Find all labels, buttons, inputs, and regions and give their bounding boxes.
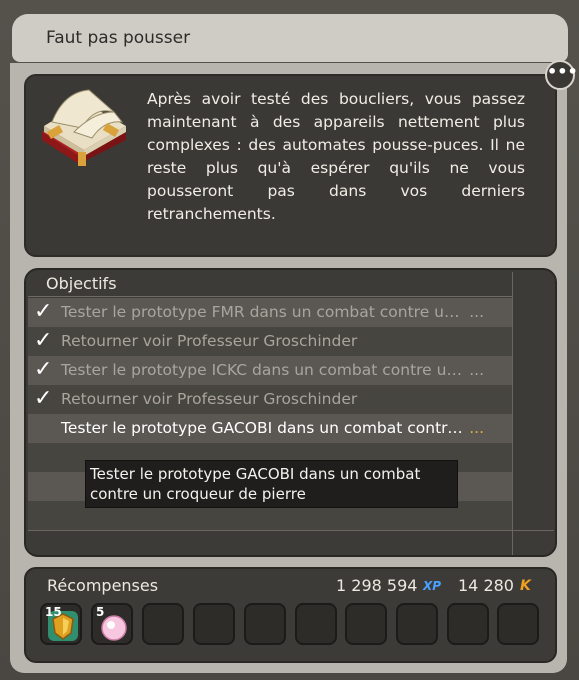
reward-slot[interactable] [396, 603, 438, 645]
objective-label: Retourner voir Professeur Groschinder [61, 332, 358, 350]
scrollbar-track[interactable] [512, 272, 513, 555]
objective-row[interactable]: ✓ Tester le prototype FMR dans un combat… [28, 298, 512, 327]
chat-bubble-icon[interactable]: ••• [545, 60, 578, 90]
objective-label: Tester le prototype FMR dans un combat c… [61, 303, 512, 321]
checkmark-icon: ✓ [34, 357, 53, 382]
item-count: 5 [96, 605, 105, 619]
title-bar[interactable]: Faut pas pousser [12, 14, 568, 62]
objective-label: Tester le prototype ICKC dans un combat … [61, 361, 512, 379]
kamas-icon: K [520, 578, 531, 594]
item-count: 15 [45, 605, 62, 619]
objective-row[interactable]: ✓ Retourner voir Professeur Groschinder [28, 385, 512, 414]
rewards-title: Récompenses [47, 576, 159, 595]
ellipsis: ... [469, 303, 484, 321]
checkmark-icon: ✓ [34, 386, 53, 411]
ellipsis: ... [469, 361, 484, 379]
open-book-icon [34, 82, 134, 172]
reward-slot[interactable] [447, 603, 489, 645]
divider [28, 530, 554, 531]
objective-row[interactable]: ✓ Tester le prototype ICKC dans un comba… [28, 356, 512, 385]
pink-orb-icon [101, 615, 127, 641]
reward-slot[interactable] [497, 603, 539, 645]
xp-value: 1 298 594 [336, 576, 418, 595]
reward-slot[interactable] [295, 603, 337, 645]
checkmark-icon: ✓ [34, 328, 53, 353]
objective-label: Tester le prototype GACOBI dans un comba… [61, 419, 512, 437]
reward-slot[interactable] [244, 603, 286, 645]
divider [28, 296, 512, 297]
xp-icon: XP [423, 579, 442, 593]
objectives-header: Objectifs [46, 274, 117, 293]
reward-slot[interactable] [193, 603, 235, 645]
reward-slot[interactable] [142, 603, 184, 645]
kamas-value: 14 280 [458, 576, 514, 595]
checkmark-icon: ✓ [34, 299, 53, 324]
objective-row-active[interactable]: Tester le prototype GACOBI dans un comba… [28, 414, 512, 443]
quest-description: Après avoir testé des boucliers, vous pa… [147, 90, 525, 223]
reward-slot[interactable]: 5 [91, 603, 133, 645]
ellipsis: ... [469, 419, 484, 437]
reward-slot[interactable]: 15 [40, 603, 82, 645]
tooltip: Tester le prototype GACOBI dans un comba… [85, 460, 458, 508]
objective-row[interactable]: ✓ Retourner voir Professeur Groschinder [28, 327, 512, 356]
quest-title: Faut pas pousser [46, 28, 191, 48]
reward-slot[interactable] [345, 603, 387, 645]
objective-label: Retourner voir Professeur Groschinder [61, 390, 358, 408]
